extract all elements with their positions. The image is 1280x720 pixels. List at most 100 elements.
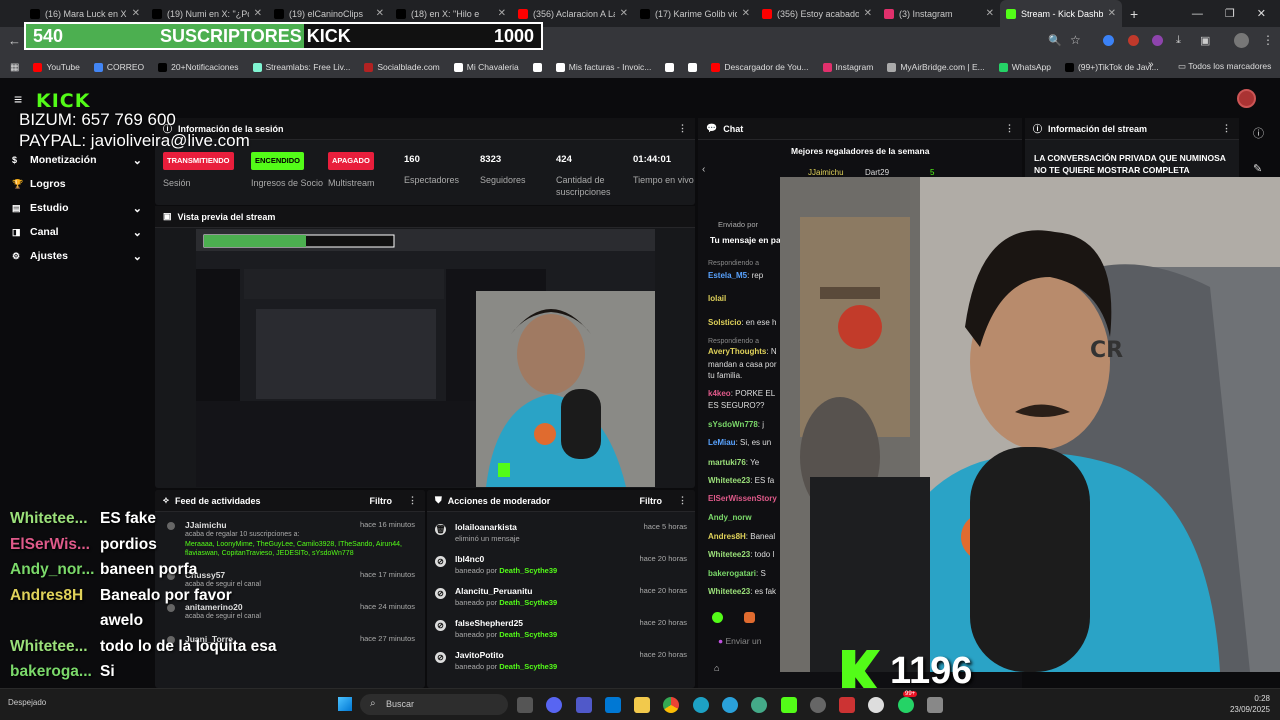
sidebar-item-logros[interactable]: 🏆 Logros bbox=[0, 172, 152, 196]
moderator-name[interactable]: Death_Scythe39 bbox=[499, 662, 557, 671]
chevron-down-icon[interactable]: ⌄ bbox=[133, 154, 142, 167]
stream-preview-video[interactable] bbox=[196, 229, 655, 487]
chat-username[interactable]: Estela_M5 bbox=[708, 271, 747, 280]
sidebar-item-canal[interactable]: ◨ Canal ⌄ bbox=[0, 220, 152, 244]
bookmark-item[interactable]: Socialblade.com bbox=[364, 62, 440, 72]
chat-username[interactable]: Andy_norw bbox=[708, 513, 752, 522]
extension-icon[interactable] bbox=[1152, 35, 1163, 46]
discord-icon[interactable] bbox=[546, 697, 562, 713]
more-icon[interactable]: ⋮ bbox=[1005, 123, 1014, 134]
moderator-name[interactable]: Death_Scythe39 bbox=[499, 630, 557, 639]
bookmark-item[interactable]: Descargador de You... bbox=[711, 62, 809, 72]
browser-tab[interactable]: (356) Estoy acabado ✕ bbox=[756, 0, 878, 27]
edge-icon[interactable] bbox=[693, 697, 709, 713]
outlook-icon[interactable] bbox=[605, 697, 621, 713]
chat-username[interactable]: ElSerWissenStory bbox=[708, 494, 777, 503]
clock[interactable]: 0:28 23/09/2025 bbox=[1230, 693, 1270, 715]
chat-username[interactable]: sYsdoWn778 bbox=[708, 420, 758, 429]
bookmark-item[interactable]: (99+)TikTok de Javi... bbox=[1064, 62, 1159, 72]
bookmark-item[interactable]: Mis facturas - Invoic... bbox=[555, 62, 651, 72]
profile-avatar[interactable] bbox=[1234, 33, 1249, 48]
bookmark-item[interactable]: MyAirBridge.com | E... bbox=[887, 62, 985, 72]
file-explorer-icon[interactable] bbox=[634, 697, 650, 713]
new-tab-icon[interactable]: + bbox=[1130, 6, 1138, 22]
bookmark-item[interactable] bbox=[688, 62, 698, 72]
chevron-down-icon[interactable]: ⌄ bbox=[133, 226, 142, 239]
mic-icon[interactable]: ● bbox=[718, 636, 723, 646]
bookmark-item[interactable]: 20+Notificaciones bbox=[158, 62, 239, 72]
app-icon[interactable] bbox=[839, 697, 855, 713]
zoom-icon[interactable]: 🔍 bbox=[1048, 34, 1062, 47]
extension-icon[interactable] bbox=[1103, 35, 1114, 46]
close-tab-icon[interactable]: ✕ bbox=[132, 8, 140, 19]
extension-icon[interactable] bbox=[1128, 35, 1139, 46]
kick-app-icon[interactable] bbox=[781, 697, 797, 713]
emote-icon[interactable] bbox=[744, 612, 755, 623]
task-view-icon[interactable] bbox=[517, 697, 533, 713]
telegram-icon[interactable] bbox=[722, 697, 738, 713]
chevron-down-icon[interactable]: ⌄ bbox=[133, 202, 142, 215]
browser-tab[interactable]: (3) Instagram ✕ bbox=[878, 0, 1000, 27]
taskbar-search[interactable]: ⌕ Buscar bbox=[360, 694, 508, 715]
bookmark-item[interactable] bbox=[532, 62, 542, 72]
whatsapp-icon[interactable] bbox=[898, 697, 914, 713]
more-icon[interactable]: ⋮ bbox=[408, 495, 417, 506]
user-avatar[interactable] bbox=[1237, 89, 1256, 108]
chat-username[interactable]: AveryThoughts bbox=[708, 347, 766, 356]
moderated-user[interactable]: falseShepherd25 bbox=[455, 618, 523, 628]
more-icon[interactable]: ⋮ bbox=[678, 495, 687, 506]
bookmark-item[interactable]: Mi Chavaleria bbox=[453, 62, 519, 72]
obs-icon[interactable] bbox=[810, 697, 826, 713]
bookmark-item[interactable]: CORREO bbox=[93, 62, 144, 72]
app-icon[interactable] bbox=[751, 697, 767, 713]
extensions-puzzle-icon[interactable]: ▣ bbox=[1200, 34, 1210, 47]
more-icon[interactable]: ⋮ bbox=[678, 123, 687, 134]
chat-username[interactable]: Respondiendo a bbox=[708, 260, 759, 267]
more-icon[interactable]: ⋮ bbox=[1222, 123, 1231, 134]
moderated-user[interactable]: JavitoPotito bbox=[455, 650, 504, 660]
activity-filter-button[interactable]: Filtro bbox=[370, 496, 393, 506]
moderated-user[interactable]: Alancitu_Peruanitu bbox=[455, 586, 532, 596]
moderated-user[interactable]: lbl4nc0 bbox=[455, 554, 484, 564]
weather-widget[interactable]: Despejado bbox=[8, 698, 46, 707]
close-tab-icon[interactable]: ✕ bbox=[620, 8, 628, 19]
chat-username[interactable]: k4keo bbox=[708, 389, 731, 398]
teams-icon[interactable] bbox=[576, 697, 592, 713]
chat-username[interactable]: lolail bbox=[708, 294, 726, 303]
sidebar-item-monetización[interactable]: $ Monetización ⌄ bbox=[0, 148, 152, 172]
chrome-icon[interactable] bbox=[663, 697, 679, 713]
moderator-name[interactable]: Death_Scythe39 bbox=[499, 598, 557, 607]
app-icon[interactable] bbox=[927, 697, 943, 713]
hamburger-menu-icon[interactable]: ≡ bbox=[14, 91, 22, 107]
chat-username[interactable]: LeMiau bbox=[708, 438, 736, 447]
close-window-icon[interactable]: ✕ bbox=[1257, 7, 1266, 20]
minimize-icon[interactable]: — bbox=[1192, 8, 1203, 20]
close-tab-icon[interactable]: ✕ bbox=[498, 8, 506, 19]
emote-icon[interactable] bbox=[712, 612, 723, 623]
close-tab-icon[interactable]: ✕ bbox=[254, 8, 262, 19]
chat-username[interactable]: martuki76 bbox=[708, 458, 746, 467]
chat-username[interactable]: Respondiendo a bbox=[708, 338, 759, 345]
gifters-prev-icon[interactable]: ‹ bbox=[702, 164, 705, 175]
browser-tab[interactable]: (17) Karime Golib vio ✕ bbox=[634, 0, 756, 27]
moderated-user[interactable]: lolailoanarkista bbox=[455, 522, 517, 532]
moderator-name[interactable]: Death_Scythe39 bbox=[499, 566, 557, 575]
chat-username[interactable]: Andres8H bbox=[708, 532, 746, 541]
bookmark-item[interactable]: YouTube bbox=[33, 62, 80, 72]
chat-username[interactable]: Whitetee23 bbox=[708, 476, 750, 485]
chevron-down-icon[interactable]: ⌄ bbox=[133, 250, 142, 263]
close-tab-icon[interactable]: ✕ bbox=[986, 8, 994, 19]
all-bookmarks[interactable]: ▭ Todos los marcadores bbox=[1178, 61, 1271, 72]
edit-icon[interactable]: ✎ bbox=[1253, 162, 1262, 175]
sidebar-item-ajustes[interactable]: ⚙ Ajustes ⌄ bbox=[0, 244, 152, 268]
close-tab-icon[interactable]: ✕ bbox=[376, 8, 384, 19]
more-bookmarks-icon[interactable]: » bbox=[1148, 59, 1154, 70]
bookmark-item[interactable]: Instagram bbox=[822, 62, 873, 72]
star-icon[interactable]: ☆ bbox=[1070, 33, 1081, 47]
apps-icon[interactable]: ▦ bbox=[10, 62, 19, 73]
chat-username[interactable]: Whitetee23 bbox=[708, 587, 750, 596]
chat-username[interactable]: Whitetee23 bbox=[708, 550, 750, 559]
windows-start-icon[interactable] bbox=[338, 697, 352, 711]
store-icon[interactable]: ⌂ bbox=[714, 663, 719, 673]
chat-username[interactable]: Solsticio bbox=[708, 318, 741, 327]
